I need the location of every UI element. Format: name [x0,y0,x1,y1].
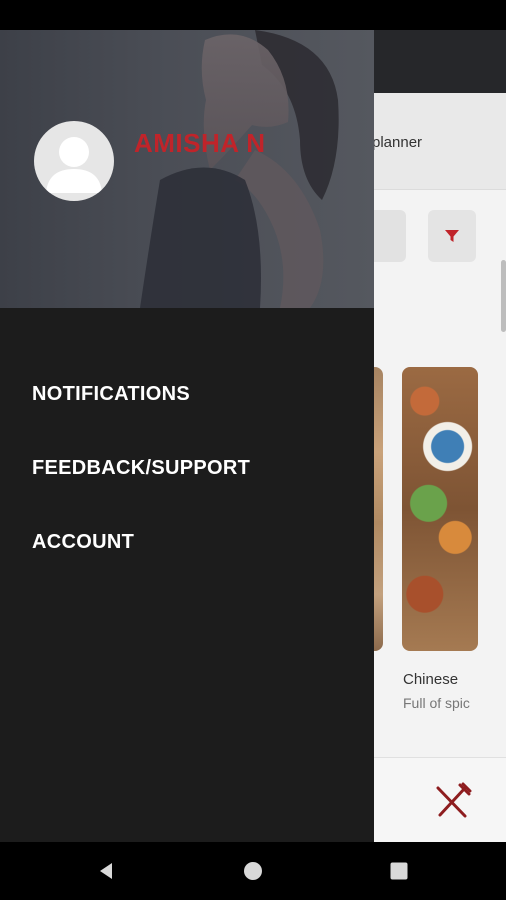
back-button[interactable] [76,842,136,900]
system-nav-bar [0,842,506,900]
avatar[interactable] [34,121,114,201]
back-triangle-icon [100,863,112,879]
user-name: AMISHA N [134,128,266,158]
status-bar [0,0,506,30]
recents-square-icon [390,862,408,880]
home-circle-icon [244,862,262,880]
menu-item-feedback-support[interactable]: FEEDBACK/SUPPORT [32,457,250,480]
drawer-scrim[interactable] [374,30,506,842]
navigation-drawer: AMISHA N NOTIFICATIONS FEEDBACK/SUPPORT … [0,30,374,842]
person-icon [46,137,102,193]
drawer-header: AMISHA N [0,30,374,308]
menu-item-account[interactable]: ACCOUNT [32,531,134,554]
home-button[interactable] [223,842,283,900]
menu-item-notifications[interactable]: NOTIFICATIONS [32,383,190,406]
recents-button[interactable] [369,842,429,900]
